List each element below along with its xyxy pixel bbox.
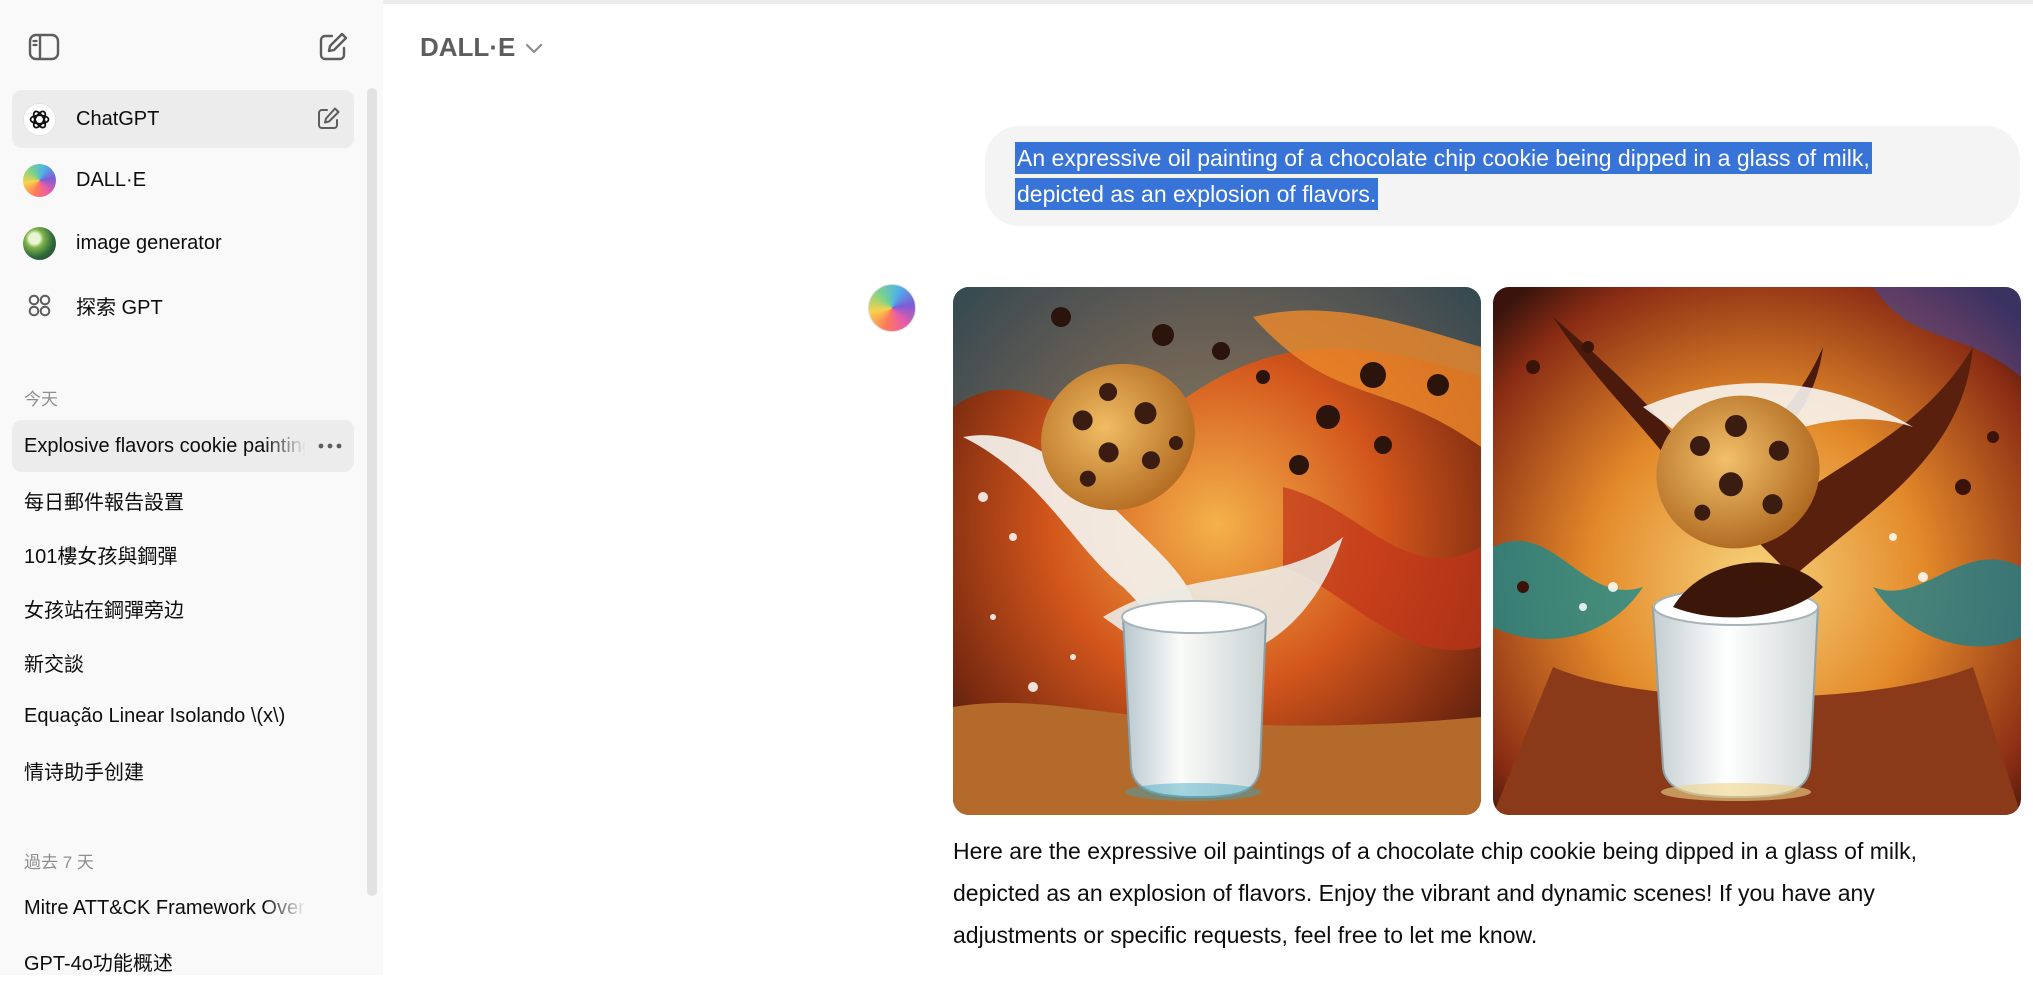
chat-title: GPT-4o功能概述	[24, 952, 173, 975]
gpt-item-chatgpt[interactable]: ChatGPT	[12, 90, 354, 148]
chat-title: 女孩站在鋼彈旁边	[24, 599, 184, 622]
openai-logo-icon	[23, 102, 56, 136]
dalle-avatar-icon	[23, 163, 56, 197]
image-generator-avatar-icon	[23, 226, 56, 260]
gpt-item-dalle[interactable]: DALL·E	[12, 151, 354, 209]
chat-title: Equação Linear Isolando \(x\)	[24, 704, 286, 727]
edit-icon[interactable]	[314, 105, 342, 133]
sidebar-toggle-button[interactable]	[22, 25, 66, 69]
model-name: DALL·E	[420, 32, 516, 62]
gpt-item-explore[interactable]: 探索 GPT	[12, 276, 354, 334]
chat-item[interactable]: 女孩站在鋼彈旁边	[12, 582, 354, 634]
chat-title: 101樓女孩與鋼彈	[24, 545, 178, 568]
generated-image[interactable]	[953, 287, 1481, 815]
model-selector[interactable]: DALL·E	[420, 32, 543, 63]
chat-title: 新交談	[24, 653, 84, 676]
selected-text: depicted as an explosion of flavors.	[1015, 178, 1379, 210]
chat-item[interactable]: Equação Linear Isolando \(x\)	[12, 690, 354, 742]
chat-item[interactable]: Mitre ATT&CK Framework Overview	[12, 882, 354, 934]
gpt-label: ChatGPT	[76, 107, 160, 130]
gpt-label: image generator	[76, 231, 222, 254]
new-chat-icon	[319, 32, 348, 61]
sidebar-toggle-icon	[28, 33, 60, 61]
chat-title: Mitre ATT&CK Framework Overview	[24, 896, 306, 919]
sidebar: ChatGPT DALL·E image generator 探索 GPT 今天…	[0, 0, 383, 975]
gpt-item-image-generator[interactable]: image generator	[12, 214, 354, 272]
sidebar-scrollbar[interactable]	[367, 88, 377, 896]
chat-item[interactable]: 新交談	[12, 636, 354, 688]
gpt-label: DALL·E	[76, 168, 147, 191]
user-message-text[interactable]: An expressive oil painting of a chocolat…	[1015, 140, 1990, 212]
chat-item[interactable]: Explosive flavors cookie painting	[12, 420, 354, 472]
chevron-down-icon	[526, 43, 543, 53]
generated-image[interactable]	[1493, 287, 2021, 815]
chat-title: 情诗助手创建	[24, 761, 144, 784]
gpt-label: 探索 GPT	[76, 296, 163, 319]
section-label-past-7-days: 過去 7 天	[24, 853, 94, 872]
assistant-message-text: Here are the expressive oil paintings of…	[953, 838, 1918, 948]
selected-text: An expressive oil painting of a chocolat…	[1015, 142, 1872, 174]
chat-item[interactable]: GPT-4o功能概述	[12, 935, 354, 987]
new-chat-button[interactable]	[311, 25, 355, 69]
chat-item[interactable]: 每日郵件報告設置	[12, 474, 354, 526]
more-options-icon[interactable]	[316, 434, 344, 458]
chat-item[interactable]: 101樓女孩與鋼彈	[12, 528, 354, 580]
dalle-avatar-icon	[868, 284, 916, 332]
explore-grid-icon	[28, 294, 51, 316]
chat-title: 每日郵件報告設置	[24, 491, 184, 514]
user-message-bubble: An expressive oil painting of a chocolat…	[985, 126, 2020, 226]
chat-title: Explosive flavors cookie painting	[24, 434, 306, 457]
section-label-today: 今天	[24, 390, 58, 409]
chat-item[interactable]: 情诗助手创建	[12, 744, 354, 796]
